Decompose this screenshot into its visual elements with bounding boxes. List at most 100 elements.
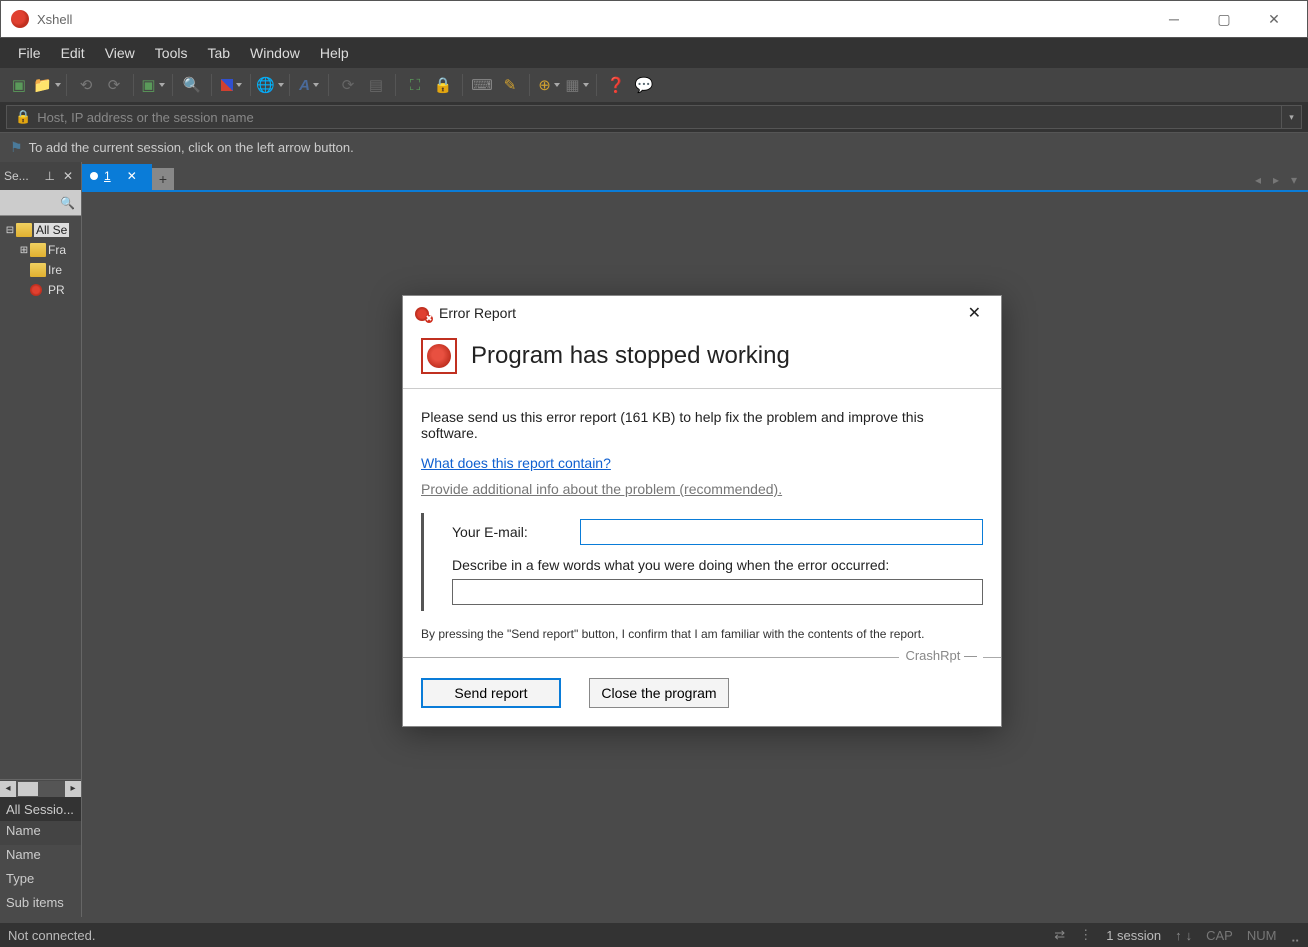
scroll-right-button[interactable]: ▸ — [65, 781, 81, 797]
sidebar: Se... ⊥ ✕ 🔍 ⊟ All Se ⊞ Fra Ire — [0, 162, 82, 917]
dialog-close-button[interactable]: ✕ — [960, 299, 989, 327]
tab-next-button[interactable]: ▸ — [1268, 170, 1284, 190]
tabstrip: 1 ✕ + ◂ ▸ ▾ — [82, 162, 1308, 190]
folder-icon — [16, 223, 32, 237]
status-sessions: 1 session — [1106, 928, 1161, 943]
error-report-dialog: Error Report ✕ Program has stopped worki… — [402, 295, 1002, 727]
app-icon — [11, 10, 29, 28]
menu-file[interactable]: File — [8, 41, 51, 65]
pin-icon[interactable]: ⊥ — [40, 169, 58, 183]
dialog-title: Error Report — [439, 305, 516, 321]
toolbar-separator — [328, 74, 329, 96]
sidebar-search[interactable]: 🔍 — [0, 190, 81, 216]
search-button[interactable]: 🔍 — [179, 72, 205, 98]
font-button[interactable]: A — [296, 72, 322, 98]
new-session-button[interactable]: ▣ — [6, 72, 32, 98]
tree-item[interactable]: PR — [2, 280, 79, 300]
copy-button[interactable] — [218, 72, 244, 98]
tree-item[interactable]: Ire — [2, 260, 79, 280]
address-placeholder: Host, IP address or the session name — [37, 110, 254, 125]
menu-help[interactable]: Help — [310, 41, 359, 65]
report-contents-link[interactable]: What does this report contain? — [421, 455, 611, 471]
add-button[interactable]: ⊕ — [536, 72, 562, 98]
tree-root-label: All Se — [34, 223, 69, 237]
email-field[interactable] — [580, 519, 983, 545]
menubar: File Edit View Tools Tab Window Help — [0, 38, 1308, 68]
tab-list-button[interactable]: ▾ — [1286, 170, 1302, 190]
menu-tools[interactable]: Tools — [145, 41, 198, 65]
stack-button[interactable]: ▤ — [363, 72, 389, 98]
close-window-button[interactable]: ✕ — [1251, 4, 1297, 34]
download-icon[interactable]: ↓ — [1186, 928, 1193, 943]
additional-info-link[interactable]: Provide additional info about the proble… — [421, 481, 782, 497]
maximize-button[interactable]: ▢ — [1201, 4, 1247, 34]
upload-icon[interactable]: ↑ — [1175, 928, 1182, 943]
sidebar-close-icon[interactable]: ✕ — [59, 169, 77, 183]
status-cap: CAP — [1206, 928, 1233, 943]
tree-root[interactable]: ⊟ All Se — [2, 220, 79, 240]
lock-button[interactable]: 🔒 — [430, 72, 456, 98]
sidebar-properties: All Sessio... Name Name Type Sub items — [0, 797, 81, 917]
chat-button[interactable]: 💬 — [631, 72, 657, 98]
dialog-message: Please send us this error report (161 KB… — [421, 409, 983, 441]
tab-prev-button[interactable]: ◂ — [1250, 170, 1266, 190]
keyboard-button[interactable]: ⌨ — [469, 72, 495, 98]
collapse-icon[interactable]: ⊟ — [4, 225, 16, 236]
toolbar-separator — [133, 74, 134, 96]
reconnect-button[interactable]: ⟲ — [73, 72, 99, 98]
menu-view[interactable]: View — [95, 41, 145, 65]
window-title: Xshell — [37, 12, 72, 27]
menu-edit[interactable]: Edit — [51, 41, 95, 65]
crash-brand: CrashRpt — — [899, 648, 983, 663]
dialog-body: Please send us this error report (161 KB… — [403, 389, 1001, 657]
menu-tab[interactable]: Tab — [197, 41, 240, 65]
toolbar-separator — [596, 74, 597, 96]
tree-item[interactable]: ⊞ Fra — [2, 240, 79, 260]
layout-button[interactable]: ▦ — [564, 72, 590, 98]
new-tab-button[interactable]: + — [152, 168, 174, 190]
close-program-button[interactable]: Close the program — [589, 678, 729, 708]
address-dropdown[interactable]: ▾ — [1282, 105, 1302, 129]
prop-row: Name — [0, 821, 81, 845]
globe-button[interactable]: 🌐 — [257, 72, 283, 98]
fullscreen-button[interactable]: ⛶ — [402, 72, 428, 98]
minimize-button[interactable]: ─ — [1151, 4, 1197, 34]
props-header: All Sessio... — [0, 797, 81, 821]
scroll-left-button[interactable]: ◂ — [0, 781, 16, 797]
tree-item-label: PR — [48, 283, 65, 297]
resize-grip-icon[interactable]: ⣀ — [1290, 927, 1300, 943]
disconnect-button[interactable]: ⟳ — [101, 72, 127, 98]
status-icon: ⋮ — [1079, 927, 1092, 943]
profile-button[interactable]: ▣ — [140, 72, 166, 98]
dialog-icon — [415, 305, 431, 321]
addressbar: 🔒 Host, IP address or the session name ▾ — [0, 102, 1308, 132]
toolbar-separator — [395, 74, 396, 96]
flag-icon: ⚑ — [10, 139, 23, 156]
dialog-titlebar: Error Report ✕ — [403, 296, 1001, 330]
scroll-track[interactable] — [16, 781, 65, 797]
highlight-button[interactable]: ✎ — [497, 72, 523, 98]
address-input[interactable]: 🔒 Host, IP address or the session name — [6, 105, 1282, 129]
tree-item-label: Fra — [48, 243, 66, 257]
open-button[interactable]: 📁 — [34, 72, 60, 98]
statusbar: Not connected. ⇄ ⋮ 1 session ↑ ↓ CAP NUM… — [0, 923, 1308, 947]
tab-close-icon[interactable]: ✕ — [127, 169, 137, 183]
confirm-text: By pressing the "Send report" button, I … — [421, 627, 983, 641]
refresh-button[interactable]: ⟳ — [335, 72, 361, 98]
infobar: ⚑ To add the current session, click on t… — [0, 132, 1308, 162]
window-titlebar: Xshell ─ ▢ ✕ — [0, 0, 1308, 38]
describe-field[interactable] — [452, 579, 983, 605]
toolbar-separator — [462, 74, 463, 96]
toolbar-separator — [211, 74, 212, 96]
tab-active[interactable]: 1 ✕ — [82, 164, 152, 190]
sidebar-scrollbar: ◂ ▸ — [0, 779, 81, 797]
sidebar-header: Se... ⊥ ✕ — [0, 162, 81, 190]
scroll-thumb[interactable] — [18, 782, 38, 796]
help-button[interactable]: ❓ — [603, 72, 629, 98]
form-block: Your E-mail: Describe in a few words wha… — [421, 513, 983, 611]
toolbar: ▣ 📁 ⟲ ⟳ ▣ 🔍 🌐 A ⟳ ▤ ⛶ 🔒 ⌨ ✎ ⊕ ▦ ❓ 💬 — [0, 68, 1308, 102]
expand-icon[interactable]: ⊞ — [18, 245, 30, 256]
send-report-button[interactable]: Send report — [421, 678, 561, 708]
sidebar-title: Se... — [4, 169, 29, 183]
menu-window[interactable]: Window — [240, 41, 310, 65]
